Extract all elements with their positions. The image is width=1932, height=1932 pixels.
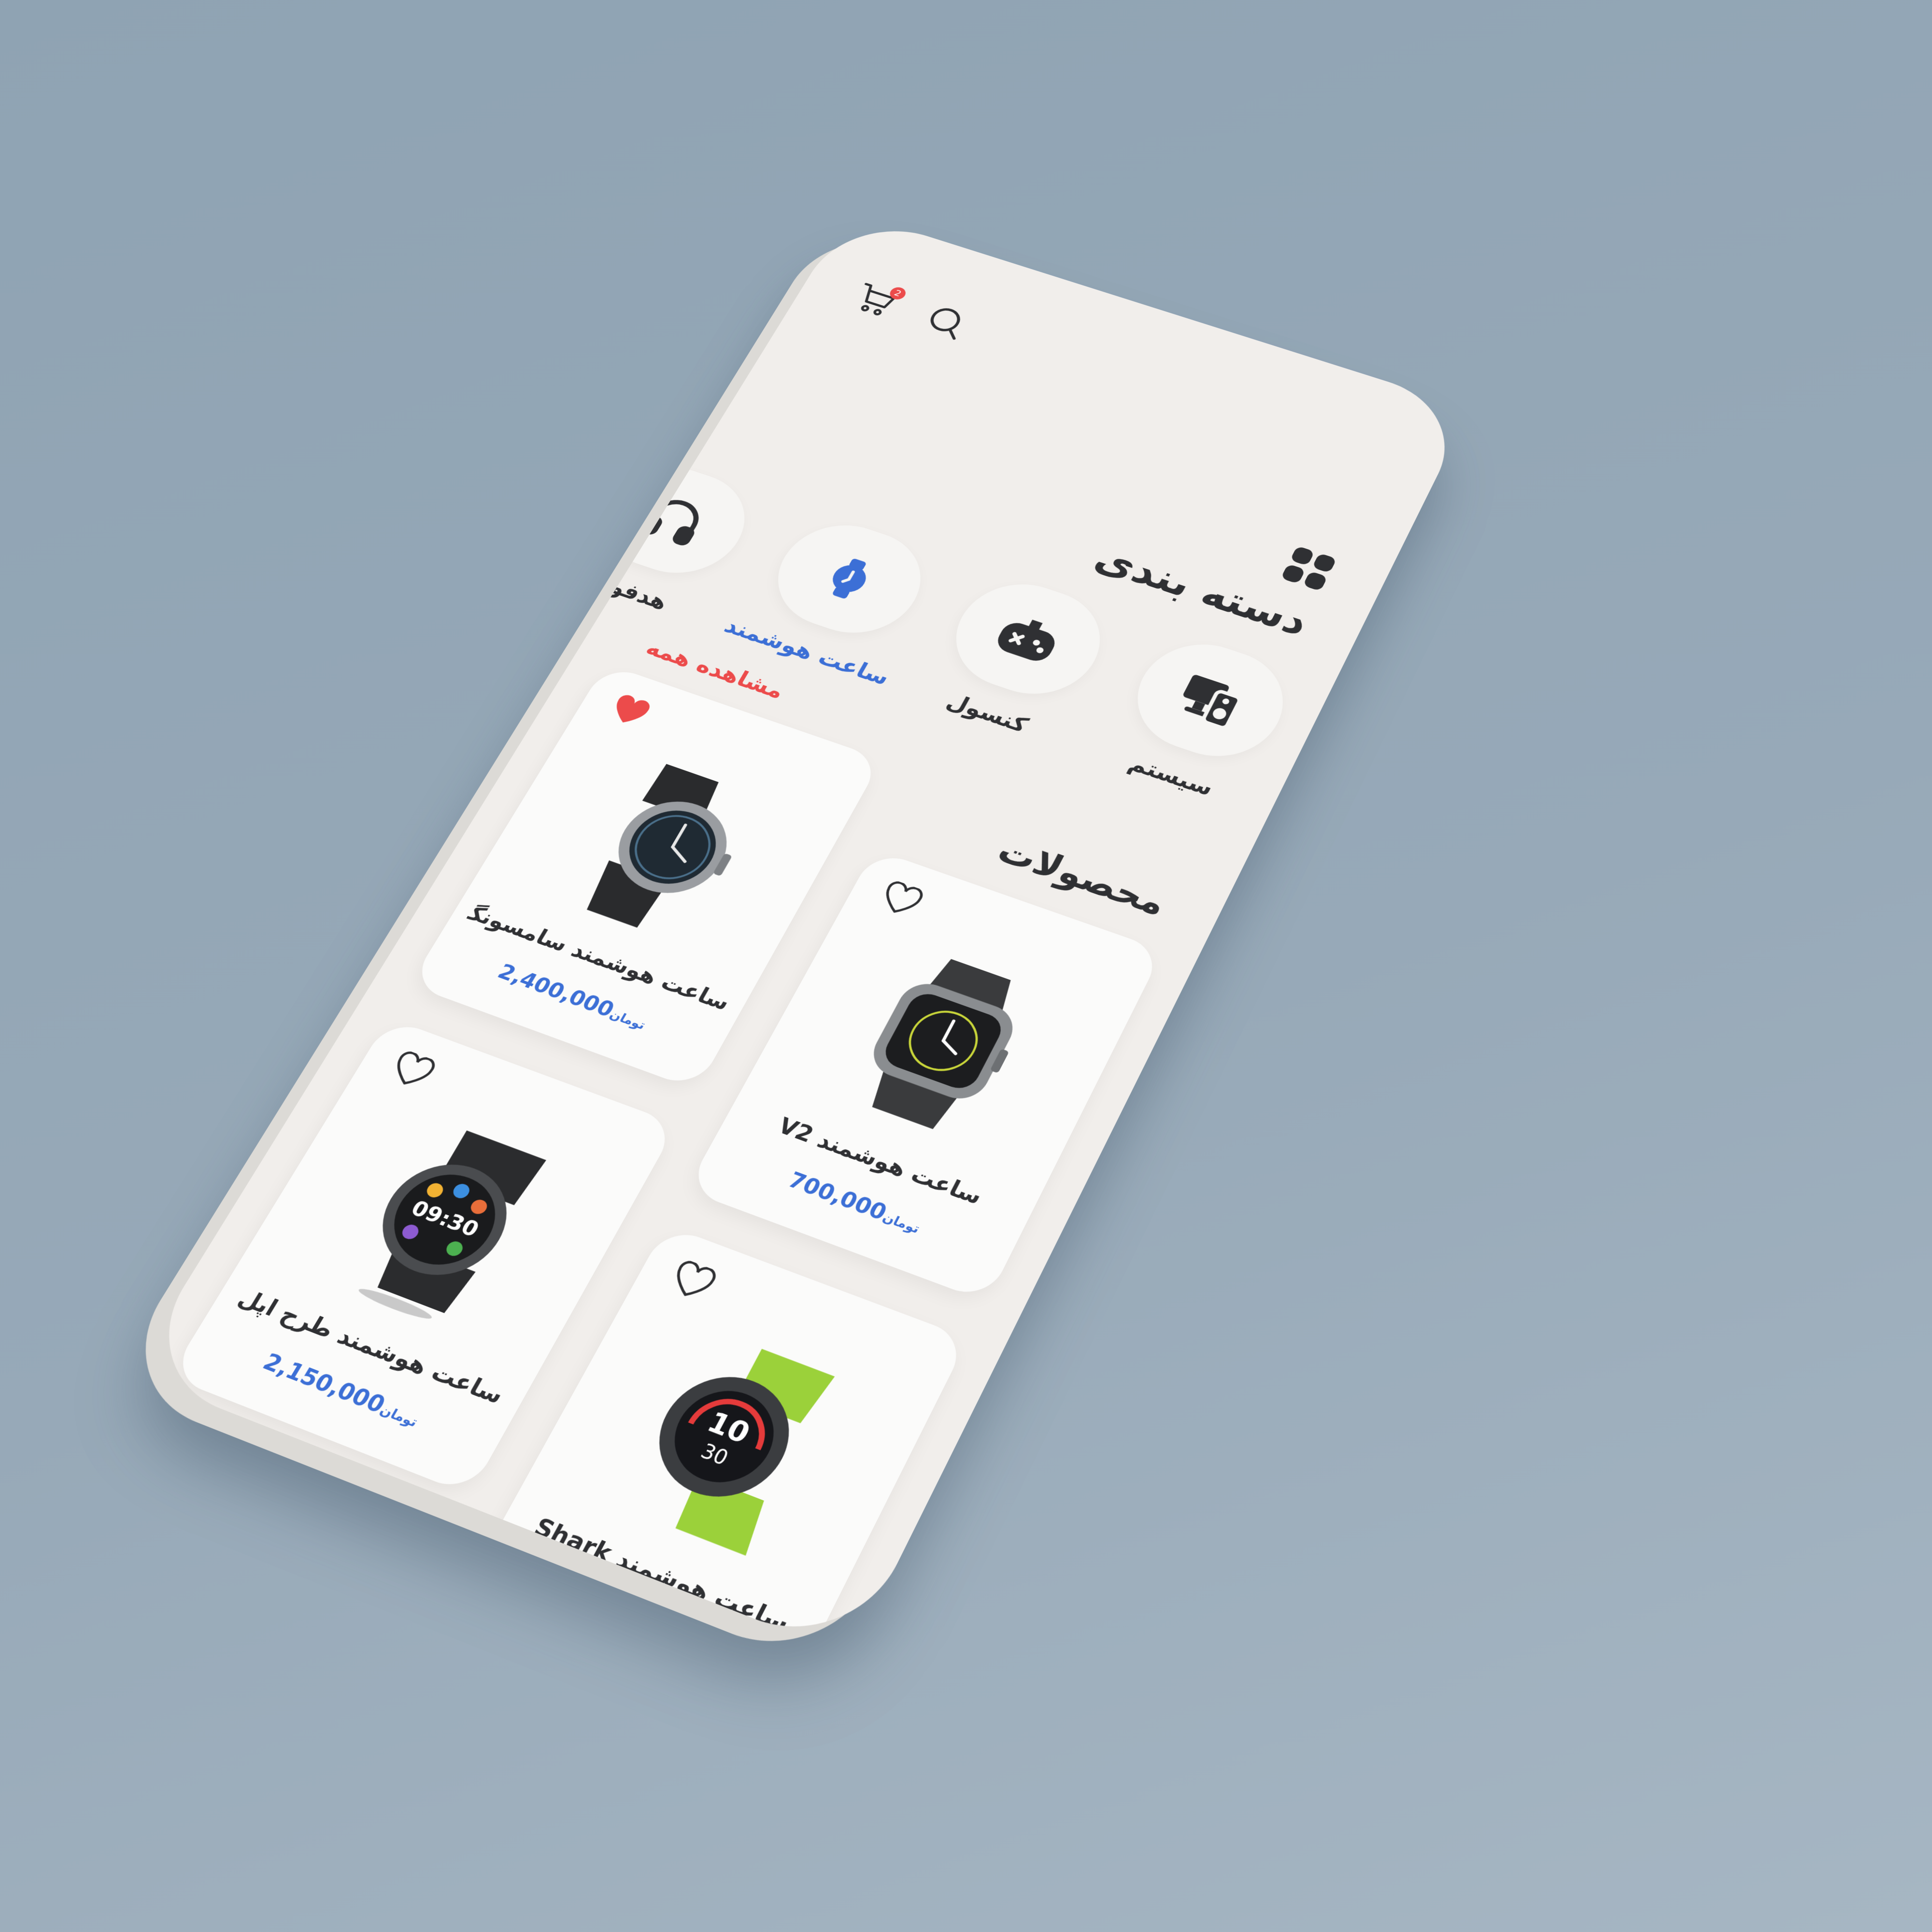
grid-icon (1280, 545, 1337, 592)
product-grid: ساعت هوشمند V2 تومان700,000 ساعت هوشمند … (130, 664, 1164, 1657)
watch-apple-style-image: 09:30 (355, 1130, 546, 1323)
category-label: کنسول (942, 689, 1033, 738)
mockup-stage: 2 دسته بندی سیستم کنسول ساعت هوشمند هدفو… (0, 0, 1932, 1932)
menu-button[interactable] (1278, 543, 1340, 594)
cart-icon (847, 278, 906, 322)
heart-outline-icon[interactable] (385, 1049, 440, 1093)
category-circle (1117, 629, 1303, 772)
cart-button[interactable]: 2 (842, 274, 910, 325)
top-bar: 2 (842, 274, 980, 348)
search-icon (918, 301, 975, 344)
heart-outline-icon[interactable] (665, 1258, 720, 1305)
price-value: 700,000 (783, 1167, 891, 1225)
watch-v2-image (864, 956, 1022, 1132)
price-currency: تومان (377, 1402, 421, 1431)
gamepad-icon (993, 619, 1060, 665)
price-currency: تومان (671, 1634, 716, 1657)
heart-filled-icon[interactable] (604, 692, 655, 731)
search-button[interactable] (913, 297, 980, 348)
watch-icon (827, 558, 872, 599)
category-console[interactable]: کنسول (915, 569, 1120, 747)
category-label: سیستم (1124, 751, 1218, 801)
watch-shark-image: 10 30 (637, 1349, 835, 1556)
price-currency: تومان (880, 1210, 923, 1237)
phone-device: 2 دسته بندی سیستم کنسول ساعت هوشمند هدفو… (107, 211, 1471, 1672)
pc-speaker-icon (1182, 674, 1252, 734)
category-system[interactable]: سیستم (1098, 629, 1303, 810)
category-circle (756, 510, 941, 649)
category-headphones[interactable]: هدفون (559, 453, 766, 624)
heart-outline-icon[interactable] (875, 879, 927, 920)
category-smartwatch[interactable]: ساعت هوشمند (720, 510, 941, 690)
watch-samsung-image (581, 763, 745, 929)
price-currency: تومان (607, 1008, 648, 1033)
category-circle (935, 569, 1120, 710)
phone-screen: 2 دسته بندی سیستم کنسول ساعت هوشمند هدفو… (130, 211, 1471, 1657)
